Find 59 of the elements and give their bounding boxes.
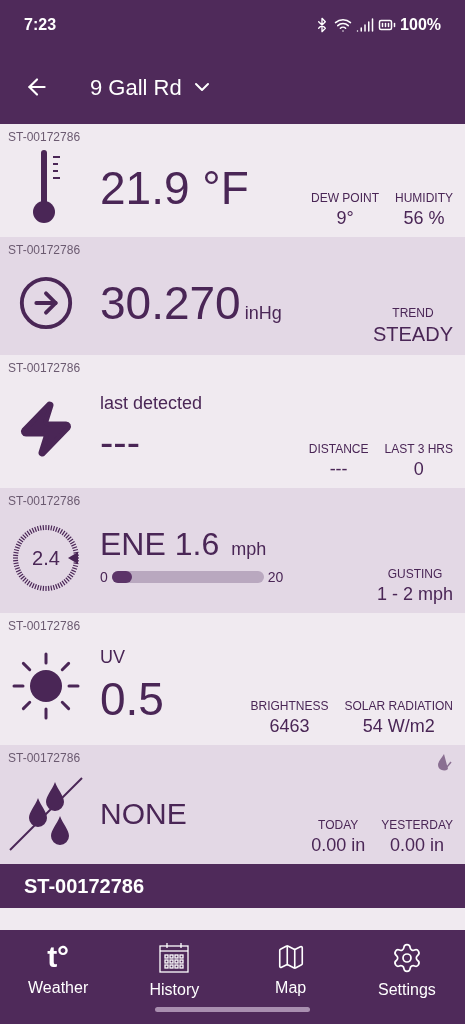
nav-tab[interactable]: Settings — [356, 942, 457, 1002]
caption: UV — [100, 645, 126, 669]
location-selector[interactable]: 9 Gall Rd — [90, 70, 214, 104]
scale-max: 20 — [267, 567, 284, 587]
signal-icon — [356, 16, 375, 34]
stat-label: YESTERDAY — [381, 816, 453, 834]
unit-label: inHg — [244, 301, 282, 325]
station-title: ST-00172786 — [24, 874, 145, 899]
logo-icon: t° — [47, 942, 70, 972]
reading: 30.270 — [100, 279, 241, 326]
sun-icon — [11, 651, 81, 721]
stat-value: 0.00 in — [390, 833, 445, 856]
station-id: ST-00172786 — [8, 242, 81, 259]
status-time: 7:23 — [24, 15, 57, 35]
stat-value: 9° — [336, 206, 354, 229]
nav-tab[interactable]: t° Weather — [8, 942, 109, 1002]
unit-label: mph — [231, 537, 267, 561]
weather-card[interactable]: ST-00172786 30.270 inHg TREND STEADY — [0, 237, 465, 355]
scale-min: 0 — [100, 567, 108, 587]
stat-value: 6463 — [269, 714, 310, 737]
reading: --- — [100, 419, 141, 466]
stat-value: 1 - 2 mph — [376, 582, 453, 605]
calendar-icon — [158, 942, 191, 974]
stat-value: 0.00 in — [311, 833, 366, 856]
stat-label: HUMIDITY — [395, 189, 453, 207]
reading: 0.5 — [100, 671, 164, 727]
wind-reading: ENE 1.6 — [100, 527, 220, 560]
wind-speed: 2.4 — [32, 545, 60, 571]
station-id: ST-00172786 — [8, 493, 81, 510]
caption: last detected — [100, 392, 203, 415]
stat-label: DEW POINT — [311, 189, 379, 207]
stat-label: BRIGHTNESS — [250, 697, 329, 715]
station-id: ST-00172786 — [8, 129, 81, 146]
stat-value: 54 W/m2 — [362, 714, 435, 737]
arrow-circle-icon — [17, 274, 75, 332]
weather-card[interactable]: ST-00172786 2.4 ENE 1.6 mph 0 20 GUSTING 1 - 2 mph — [0, 488, 465, 613]
stat-label: TODAY — [318, 816, 359, 834]
reading: NONE — [100, 798, 187, 829]
reading: 21.9 °F — [100, 164, 249, 211]
stat-value: STEADY — [372, 322, 453, 347]
battery-level: 100% — [400, 15, 441, 35]
stat-label: TREND — [392, 305, 434, 322]
stat-value: --- — [329, 457, 348, 480]
nav-tab[interactable]: History — [124, 942, 225, 1002]
station-id: ST-00172786 — [8, 618, 81, 635]
wind-dial-icon — [12, 523, 80, 592]
stat-label: GUSTING — [387, 565, 443, 583]
stat-label: SOLAR RADIATION — [344, 697, 453, 715]
station-id: ST-00172786 — [8, 360, 81, 377]
nav-tab[interactable]: Map — [240, 942, 341, 1002]
rain-off-icon — [8, 775, 84, 852]
stat-value: 0 — [413, 457, 424, 480]
station-id: ST-00172786 — [8, 750, 81, 767]
wifi-icon — [334, 16, 353, 34]
stat-value: 56 % — [403, 206, 445, 229]
stat-label: LAST 3 HRS — [384, 440, 453, 458]
drop-check-icon — [435, 753, 453, 771]
weather-card[interactable]: ST-00172786 NONE TODAY 0.00 in YESTERDAY 0.00 in — [0, 745, 465, 864]
stat-label: DISTANCE — [308, 440, 369, 458]
